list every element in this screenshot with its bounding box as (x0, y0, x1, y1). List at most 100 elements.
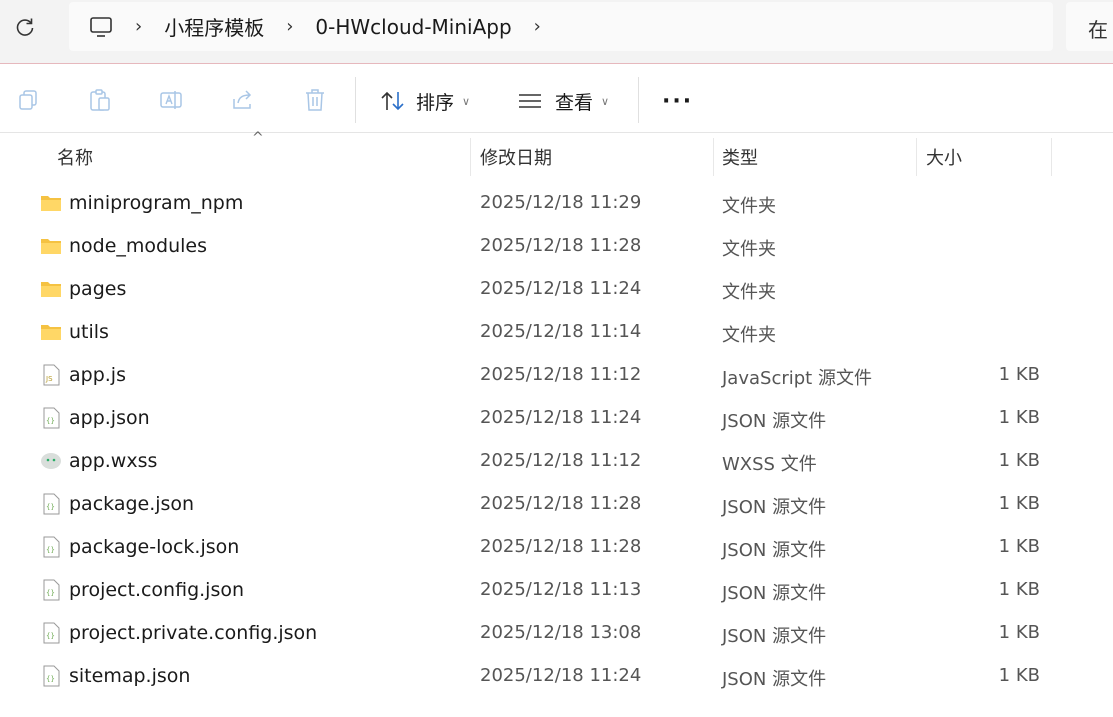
file-size: 1 KB (998, 665, 1040, 686)
file-row[interactable]: app.wxss 2025/12/18 11:12 WXSS 文件 1 KB (0, 440, 1113, 483)
chevron-right-icon[interactable]: › (286, 16, 293, 37)
column-divider[interactable] (916, 138, 917, 176)
command-bar: 排序 ∨ 查看 ∨ ··· (0, 65, 1113, 133)
js-file-icon: JS (40, 364, 62, 386)
breadcrumb-item[interactable]: 0-HWcloud-MiniApp (315, 15, 511, 39)
sort-ascending-icon: ^ (252, 130, 264, 146)
sort-icon (381, 91, 404, 111)
file-type: 文件夹 (722, 239, 776, 260)
column-divider[interactable] (1051, 138, 1052, 176)
svg-text:{}: {} (46, 503, 55, 511)
file-name: project.config.json (69, 579, 245, 601)
file-type: JSON 源文件 (722, 497, 827, 518)
file-size: 1 KB (998, 450, 1040, 471)
folder-icon (40, 278, 62, 300)
file-name: package.json (69, 493, 195, 515)
file-row[interactable]: {} package-lock.json 2025/12/18 11:28 JSON … (0, 526, 1113, 569)
svg-text:JS: JS (45, 375, 53, 383)
refresh-icon (16, 18, 34, 36)
json-file-icon: {} (40, 536, 62, 558)
file-date: 2025/12/18 11:24 (480, 278, 642, 299)
column-divider[interactable] (713, 138, 714, 176)
file-type: JavaScript 源文件 (722, 368, 872, 389)
file-date: 2025/12/18 11:12 (480, 364, 642, 385)
paste-icon[interactable] (87, 87, 113, 113)
view-button[interactable]: 查看 ∨ (517, 87, 609, 115)
delete-icon[interactable] (302, 87, 328, 113)
sort-button[interactable]: 排序 ∨ (380, 87, 470, 115)
chevron-right-icon[interactable]: › (534, 16, 541, 37)
file-size: 1 KB (998, 407, 1040, 428)
sort-label: 排序 (416, 91, 455, 114)
file-row[interactable]: {} sitemap.json 2025/12/18 11:24 JSON 源文件 1 … (0, 655, 1113, 698)
file-type: 文件夹 (722, 196, 776, 217)
svg-text:{}: {} (46, 417, 55, 425)
file-date: 2025/12/18 13:08 (480, 622, 642, 643)
search-input[interactable]: 在 (1066, 2, 1113, 51)
file-date: 2025/12/18 11:13 (480, 579, 642, 600)
file-date: 2025/12/18 11:29 (480, 192, 642, 213)
json-file-icon: {} (40, 493, 62, 515)
file-row[interactable]: {} project.private.config.json 2025/12/18 … (0, 612, 1113, 655)
computer-icon[interactable] (89, 16, 113, 38)
column-header-row: ^ 名称 修改日期 类型 大小 (0, 130, 1113, 176)
file-size: 1 KB (998, 579, 1040, 600)
file-date: 2025/12/18 11:24 (480, 407, 642, 428)
file-date: 2025/12/18 11:28 (480, 536, 642, 557)
copy-icon[interactable] (16, 87, 42, 113)
file-date: 2025/12/18 11:28 (480, 235, 642, 256)
json-file-icon: {} (40, 407, 62, 429)
file-name: app.json (69, 407, 150, 429)
file-row[interactable]: miniprogram_npm 2025/12/18 11:29 文件夹 (0, 182, 1113, 225)
rename-icon[interactable] (158, 87, 184, 113)
view-label: 查看 (555, 91, 594, 114)
file-list: miniprogram_npm 2025/12/18 11:29 文件夹 node_m… (0, 182, 1113, 698)
file-size: 1 KB (998, 536, 1040, 557)
more-options-button[interactable]: ··· (662, 89, 693, 114)
file-row[interactable]: utils 2025/12/18 11:14 文件夹 (0, 311, 1113, 354)
breadcrumb[interactable]: › 小程序模板 › 0-HWcloud-MiniApp › (69, 2, 1053, 51)
file-date: 2025/12/18 11:14 (480, 321, 642, 342)
toolbar-divider (355, 77, 356, 123)
file-row[interactable]: JS app.js 2025/12/18 11:12 JavaScript 源文件 1 … (0, 354, 1113, 397)
json-file-icon: {} (40, 622, 62, 644)
file-name: package-lock.json (69, 536, 240, 558)
file-type: WXSS 文件 (722, 454, 817, 475)
file-row[interactable]: {} app.json 2025/12/18 11:24 JSON 源文件 1 KB (0, 397, 1113, 440)
file-name: project.private.config.json (69, 622, 318, 644)
folder-icon (40, 192, 62, 214)
file-type: 文件夹 (722, 325, 776, 346)
json-file-icon: {} (40, 579, 62, 601)
column-header-type[interactable]: 类型 (722, 134, 758, 176)
file-size: 1 KB (998, 493, 1040, 514)
file-type: JSON 源文件 (722, 583, 827, 604)
share-icon[interactable] (230, 87, 256, 113)
file-size: 1 KB (998, 364, 1040, 385)
file-date: 2025/12/18 11:28 (480, 493, 642, 514)
json-file-icon: {} (40, 665, 62, 687)
breadcrumb-item[interactable]: 小程序模板 (164, 12, 264, 41)
file-row[interactable]: {} project.config.json 2025/12/18 11:13 JSO… (0, 569, 1113, 612)
file-date: 2025/12/18 11:24 (480, 665, 642, 686)
column-divider[interactable] (470, 138, 471, 176)
file-type: JSON 源文件 (722, 626, 827, 647)
svg-text:{}: {} (46, 675, 55, 683)
file-row[interactable]: {} package.json 2025/12/18 11:28 JSON 源文件 1 … (0, 483, 1113, 526)
column-header-size[interactable]: 大小 (926, 134, 962, 176)
column-header-name[interactable]: 名称 (57, 134, 93, 176)
file-row[interactable]: node_modules 2025/12/18 11:28 文件夹 (0, 225, 1113, 268)
file-row[interactable]: pages 2025/12/18 11:24 文件夹 (0, 268, 1113, 311)
file-type: JSON 源文件 (722, 540, 827, 561)
file-name: pages (69, 278, 127, 300)
file-name: sitemap.json (69, 665, 191, 687)
toolbar-divider (638, 77, 639, 123)
folder-icon (40, 235, 62, 257)
refresh-button[interactable] (12, 14, 38, 40)
file-date: 2025/12/18 11:12 (480, 450, 642, 471)
file-name: miniprogram_npm (69, 192, 244, 214)
chevron-right-icon[interactable]: › (135, 16, 142, 37)
list-view-icon (519, 94, 541, 108)
chevron-down-icon: ∨ (601, 94, 610, 108)
folder-icon (40, 321, 62, 343)
column-header-date[interactable]: 修改日期 (480, 134, 552, 176)
